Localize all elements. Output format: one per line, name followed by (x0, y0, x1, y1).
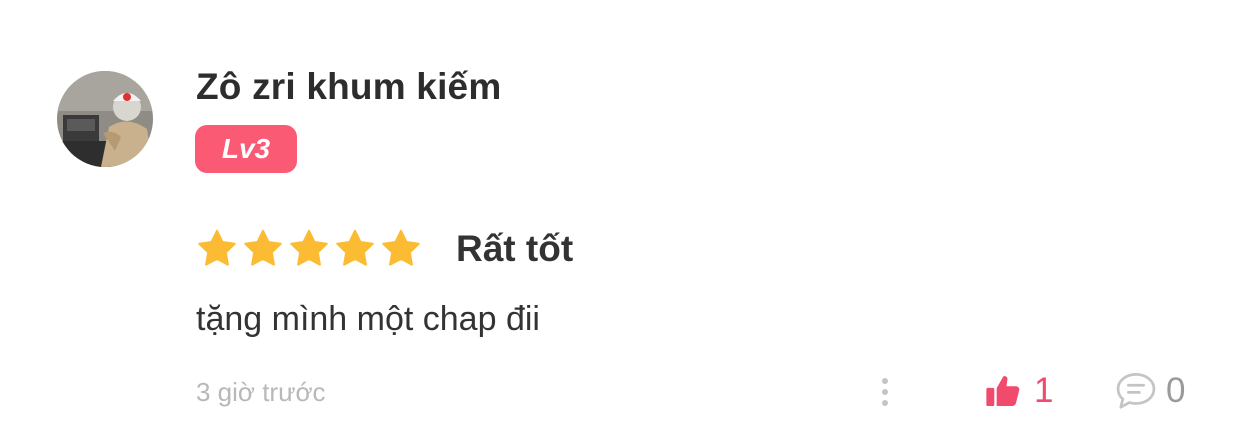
star-rating (196, 228, 426, 270)
comment-count: 0 (1166, 371, 1186, 410)
comment-bubble-icon (1116, 373, 1156, 409)
more-vertical-icon-dot (882, 389, 888, 395)
rating-row: Rất tốt (196, 224, 573, 274)
like-count: 1 (1034, 371, 1054, 410)
rating-label: Rất tốt (456, 228, 574, 269)
review-text: tặng mình một chap đii (196, 300, 540, 338)
like-button[interactable]: 1 (984, 368, 1053, 414)
more-options-button[interactable] (870, 374, 900, 410)
more-vertical-icon (882, 378, 888, 384)
star-icon (244, 229, 282, 266)
timestamp: 3 giờ trước (196, 377, 326, 407)
more-vertical-icon-dot (882, 400, 888, 406)
reply-button[interactable]: 0 (1114, 368, 1185, 414)
level-badge: Lv3 (195, 125, 297, 173)
avatar[interactable] (57, 71, 153, 167)
star-icon (290, 229, 328, 266)
username[interactable]: Zô zri khum kiếm (196, 66, 501, 108)
avatar-image (57, 71, 153, 167)
star-icon (198, 229, 236, 266)
thumbs-up-icon (986, 376, 1020, 407)
star-icon (382, 229, 420, 266)
star-icon (336, 229, 374, 266)
